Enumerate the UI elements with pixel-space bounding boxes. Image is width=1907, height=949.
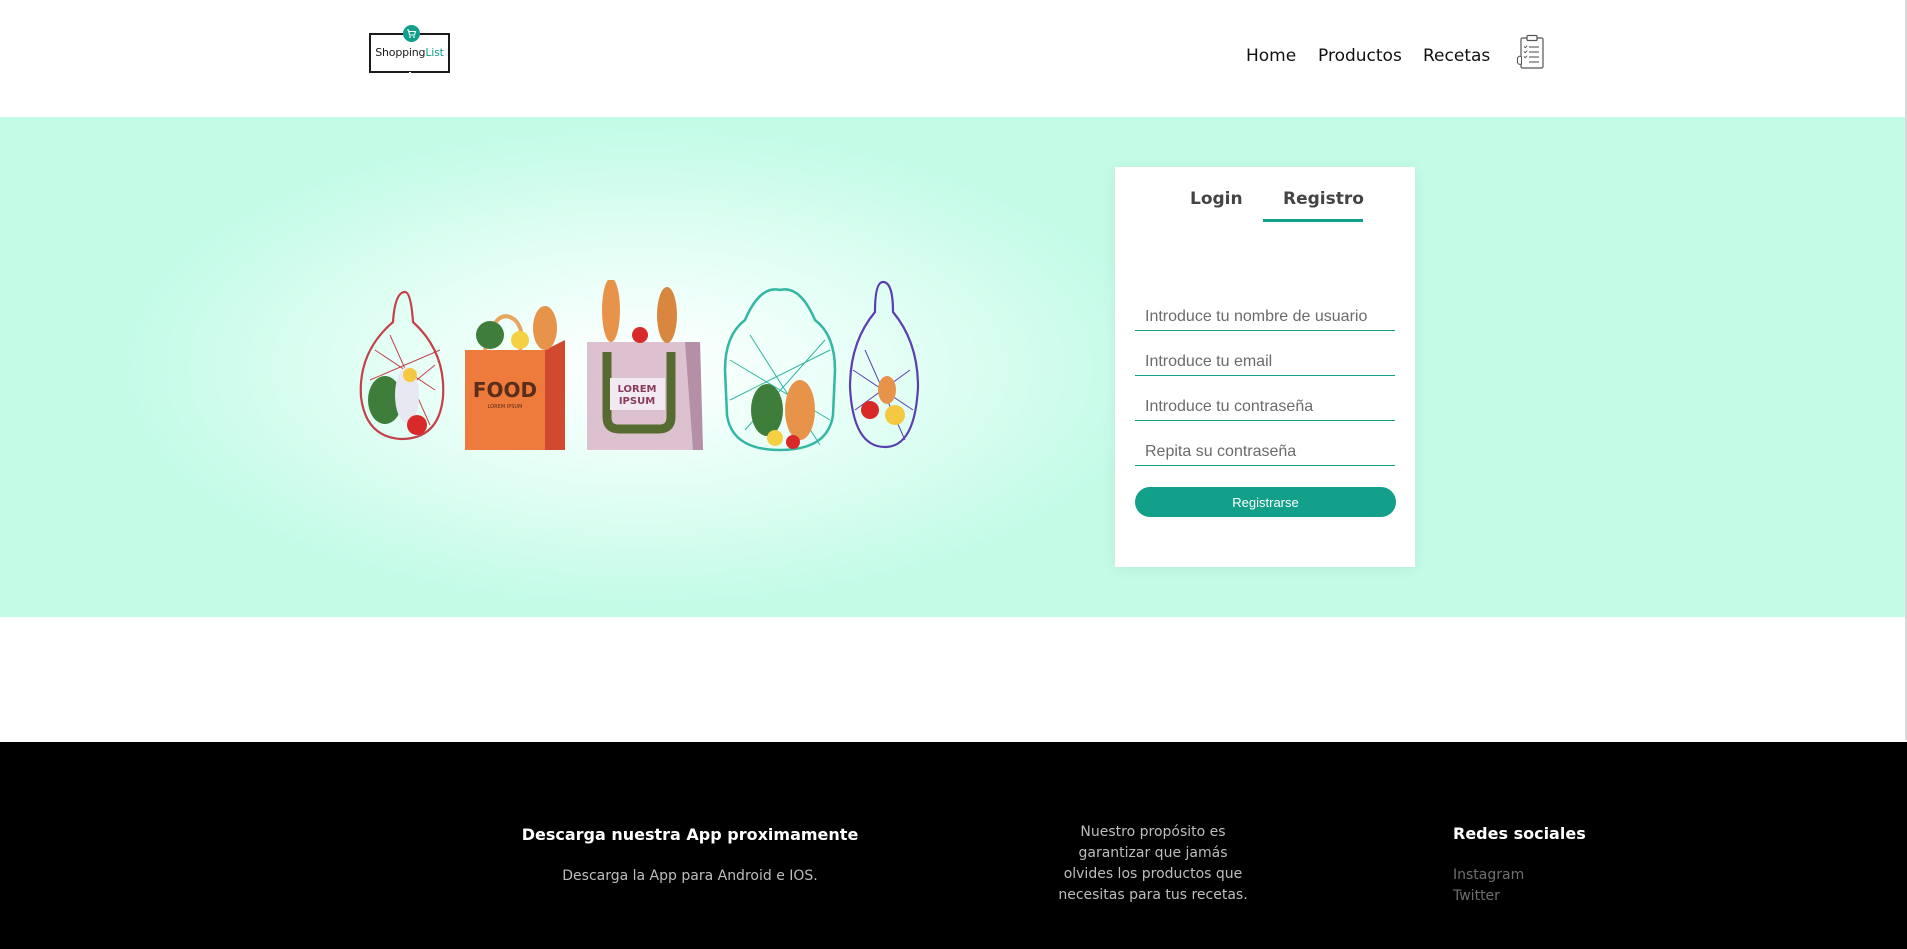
net-bag-red (359, 290, 445, 441)
bag-label-ipsum: IPSUM (619, 396, 655, 407)
register-button[interactable]: Registrarse (1135, 487, 1396, 517)
repeat-password-input[interactable] (1135, 438, 1395, 466)
grocery-bags-illustration: FOOD LOREM IPSUM LOREM IPSUM (359, 280, 920, 452)
password-input[interactable] (1135, 393, 1395, 421)
net-bag-purple (848, 280, 920, 449)
app-download-title: Descarga nuestra App proximamente (521, 825, 859, 844)
instagram-link[interactable]: Instagram (1453, 867, 1524, 883)
shoppinglist-logo[interactable]: ShoppingList (369, 25, 450, 77)
tote-bag-pink: LOREM IPSUM (587, 280, 703, 450)
tab-login[interactable]: Login (1190, 189, 1243, 209)
twitter-link[interactable]: Twitter (1453, 888, 1500, 904)
food-paper-bag: FOOD LOREM IPSUM (465, 306, 565, 450)
bag-label-food: FOOD (473, 378, 537, 402)
app-download-text: Descarga la App para Android e IOS. (562, 868, 818, 884)
clipboard-list-icon[interactable] (1517, 34, 1547, 70)
cart-icon (403, 25, 420, 42)
social-title: Redes sociales (1453, 824, 1586, 843)
bag-label-lorem: LOREM (618, 384, 657, 395)
tab-registro[interactable]: Registro (1283, 189, 1364, 209)
purpose-text: Nuestro propósito es garantizar que jamá… (1058, 824, 1248, 903)
active-tab-indicator (1263, 219, 1363, 222)
email-input[interactable] (1135, 348, 1395, 376)
nav-link-home[interactable]: Home (1246, 46, 1296, 66)
net-bag-teal (723, 288, 837, 452)
nav-link-recetas[interactable]: Recetas (1423, 46, 1490, 66)
logo-wordmark: ShoppingList (375, 46, 444, 59)
bag-label-food-sub: LOREM IPSUM (488, 404, 523, 410)
nav-link-productos[interactable]: Productos (1318, 46, 1402, 66)
site-header: ShoppingList Home Productos Recetas (0, 0, 1907, 117)
hero-section (0, 117, 1907, 617)
site-footer: Descarga nuestra App proximamente Descar… (0, 742, 1907, 949)
auth-card: Login Registro Registrarse (1115, 167, 1415, 567)
username-input[interactable] (1135, 303, 1395, 331)
